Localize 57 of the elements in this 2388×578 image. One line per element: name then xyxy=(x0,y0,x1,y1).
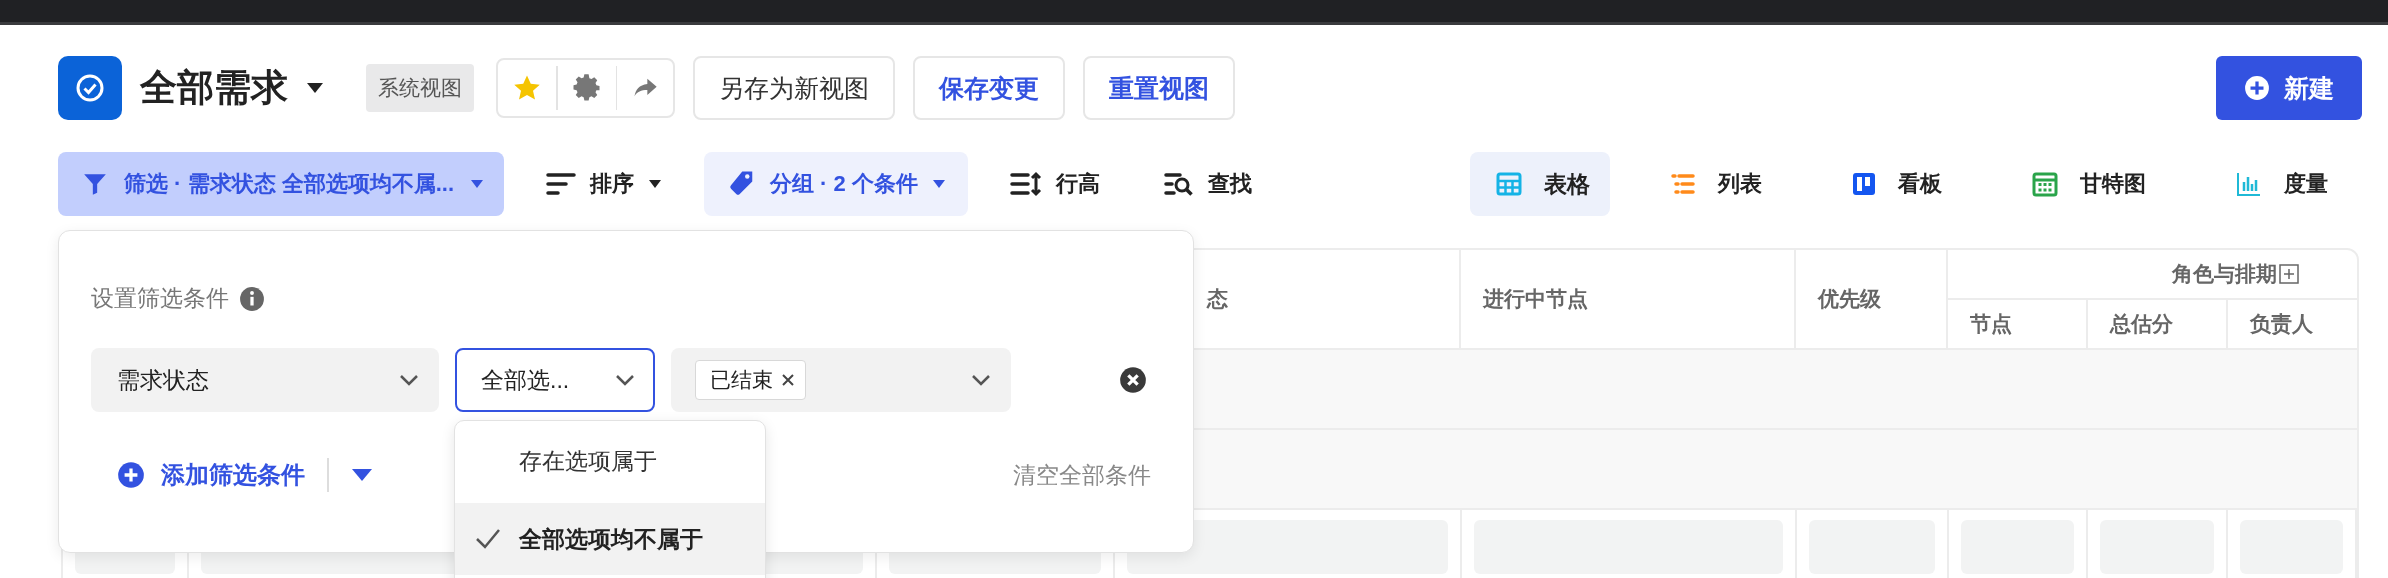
check-icon xyxy=(475,528,501,550)
clear-all-button[interactable]: 清空全部条件 xyxy=(1013,459,1151,491)
view-tab[interactable]: 列表 xyxy=(1640,152,1792,216)
expand-icon[interactable] xyxy=(2278,264,2299,284)
board-icon xyxy=(1852,172,1876,196)
view-tab[interactable]: 表格 xyxy=(1470,152,1610,216)
caret-icon[interactable] xyxy=(350,468,373,482)
bar-chart-icon xyxy=(2236,171,2262,197)
column-header: 节点 xyxy=(1947,300,2088,348)
table-icon xyxy=(1496,172,1522,196)
group-button[interactable]: 分组 · 2 个条件 xyxy=(704,152,968,216)
chevron-down-icon xyxy=(971,374,991,386)
chevron-down-icon xyxy=(399,374,419,386)
calendar-icon xyxy=(2032,171,2058,197)
operator-select[interactable]: 全部选... xyxy=(455,348,655,412)
view-title: 全部需求 xyxy=(140,66,288,110)
chevron-down-icon xyxy=(615,374,635,386)
row-height-button[interactable]: 行高 xyxy=(987,152,1122,216)
column-header: 优先级 xyxy=(1796,250,1948,348)
find-button[interactable]: 查找 xyxy=(1141,152,1274,216)
value-select[interactable]: 已结束 xyxy=(671,348,1011,412)
column-header: 负责人 xyxy=(2248,311,2314,337)
info-icon[interactable] xyxy=(239,285,265,312)
menu-item[interactable]: 全部选项均不属于 xyxy=(455,503,765,575)
list-icon xyxy=(1670,172,1696,196)
search-icon xyxy=(1163,171,1194,197)
header-button[interactable]: 另存为新视图 xyxy=(693,56,895,120)
field-select[interactable]: 需求状态 xyxy=(91,348,439,412)
remove-condition-icon[interactable] xyxy=(1119,366,1147,394)
filter-button[interactable]: 筛选 · 需求状态 全部选项均不属... xyxy=(58,152,504,216)
close-icon[interactable] xyxy=(781,373,795,387)
caret-icon[interactable] xyxy=(306,82,324,94)
plus-icon xyxy=(117,461,145,489)
header-button[interactable]: 重置视图 xyxy=(1083,56,1235,120)
add-filter-button[interactable]: 添加筛选条件 xyxy=(117,459,305,491)
column-header: 总估分 xyxy=(2087,300,2228,348)
plus-icon xyxy=(2244,75,2270,101)
settings-icon[interactable] xyxy=(571,73,602,103)
filter-icon xyxy=(82,171,108,197)
column-header: 角色与排期 xyxy=(2171,261,2277,287)
view-tab[interactable]: 甘特图 xyxy=(2002,152,2176,216)
popover-title: 设置筛选条件 xyxy=(91,284,229,313)
row-height-icon xyxy=(1009,171,1042,197)
column-header: 进行中节点 xyxy=(1461,250,1797,348)
caret-icon xyxy=(648,179,662,189)
sort-button[interactable]: 排序 xyxy=(524,152,684,216)
view-tab[interactable]: 度量 xyxy=(2206,152,2358,216)
caret-icon xyxy=(931,179,946,189)
menu-item[interactable]: 存在选项属于 xyxy=(455,425,765,497)
view-badge: 系统视图 xyxy=(366,64,474,112)
sort-icon xyxy=(546,172,576,196)
header-button[interactable]: 保存变更 xyxy=(913,56,1065,120)
view-logo-icon xyxy=(58,56,122,120)
caret-icon xyxy=(470,179,484,189)
new-button[interactable]: 新建 xyxy=(2216,56,2362,120)
view-tab[interactable]: 看板 xyxy=(1822,152,1972,216)
value-tag: 已结束 xyxy=(695,360,806,400)
